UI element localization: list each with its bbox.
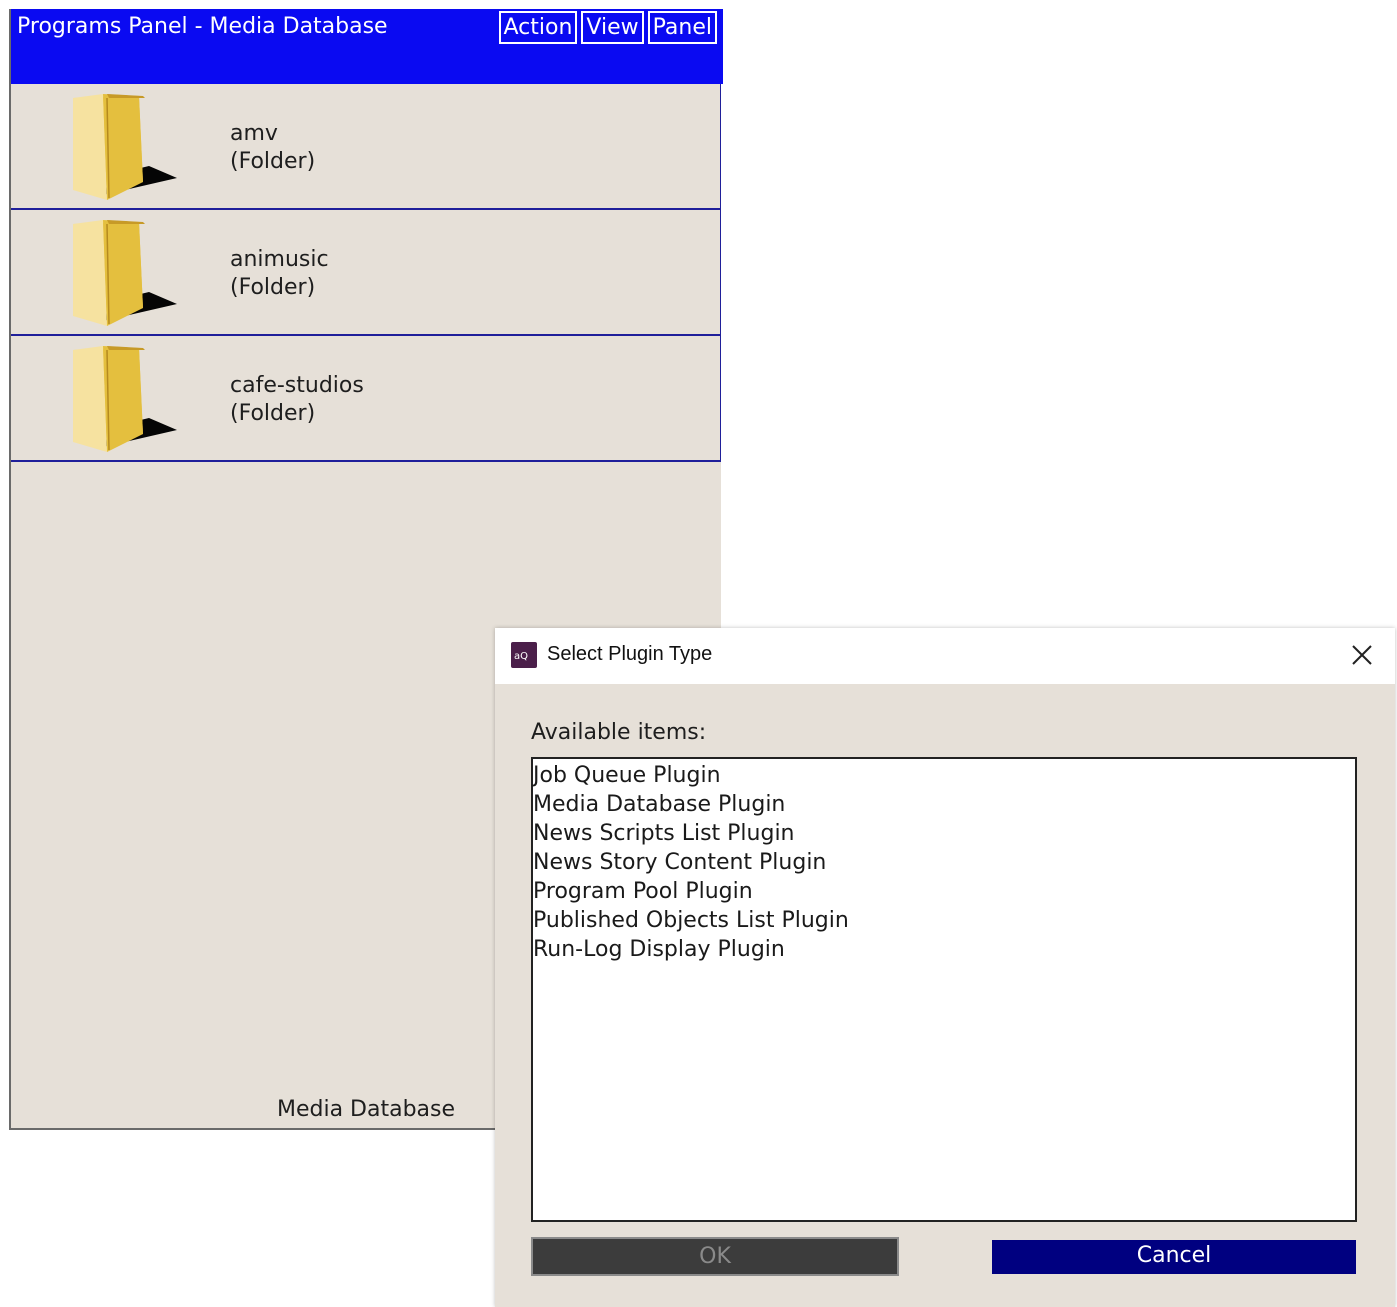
cancel-button[interactable]: Cancel	[992, 1240, 1356, 1274]
menu-action[interactable]: Action	[498, 11, 578, 44]
ok-button[interactable]: OK	[531, 1237, 899, 1276]
folder-row-animusic[interactable]: animusic (Folder)	[11, 210, 721, 336]
list-item[interactable]: Job Queue Plugin	[533, 761, 1355, 790]
folder-name: cafe-studios	[230, 373, 364, 398]
folder-type: (Folder)	[230, 149, 316, 174]
select-plugin-dialog: aQ Select Plugin Type Available items: J…	[495, 628, 1395, 1307]
folder-type: (Folder)	[230, 401, 316, 426]
list-item[interactable]: Run-Log Display Plugin	[533, 935, 1355, 964]
folder-type: (Folder)	[230, 275, 316, 300]
folder-row-amv[interactable]: amv (Folder)	[11, 84, 721, 210]
app-logo-icon: aQ	[511, 642, 537, 668]
folder-name: animusic	[230, 247, 329, 272]
panel-menu-bar: Action View Panel	[498, 11, 717, 44]
folder-icon	[73, 94, 177, 200]
folder-row-cafe-studios[interactable]: cafe-studios (Folder)	[11, 336, 721, 462]
list-item[interactable]: News Scripts List Plugin	[533, 819, 1355, 848]
svg-text:aQ: aQ	[514, 651, 528, 662]
menu-panel[interactable]: Panel	[647, 11, 717, 44]
dialog-titlebar: aQ Select Plugin Type	[495, 628, 1395, 684]
list-item[interactable]: Program Pool Plugin	[533, 877, 1355, 906]
available-items-label: Available items:	[531, 720, 707, 745]
list-item[interactable]: News Story Content Plugin	[533, 848, 1355, 877]
panel-header: Programs Panel - Media Database Action V…	[11, 9, 723, 84]
list-item[interactable]: Media Database Plugin	[533, 790, 1355, 819]
folder-name: amv	[230, 121, 278, 146]
folder-icon	[73, 346, 177, 452]
list-item[interactable]: Published Objects List Plugin	[533, 906, 1355, 935]
dialog-title: Select Plugin Type	[547, 643, 713, 665]
panel-title: Programs Panel - Media Database	[17, 14, 388, 39]
plugin-list[interactable]: Job Queue Plugin Media Database Plugin N…	[531, 757, 1357, 1222]
close-icon[interactable]	[1347, 640, 1377, 670]
menu-view[interactable]: View	[581, 11, 644, 44]
folder-icon	[73, 220, 177, 326]
folder-list: amv (Folder) animusic (Folder) cafe-stud…	[11, 84, 721, 462]
